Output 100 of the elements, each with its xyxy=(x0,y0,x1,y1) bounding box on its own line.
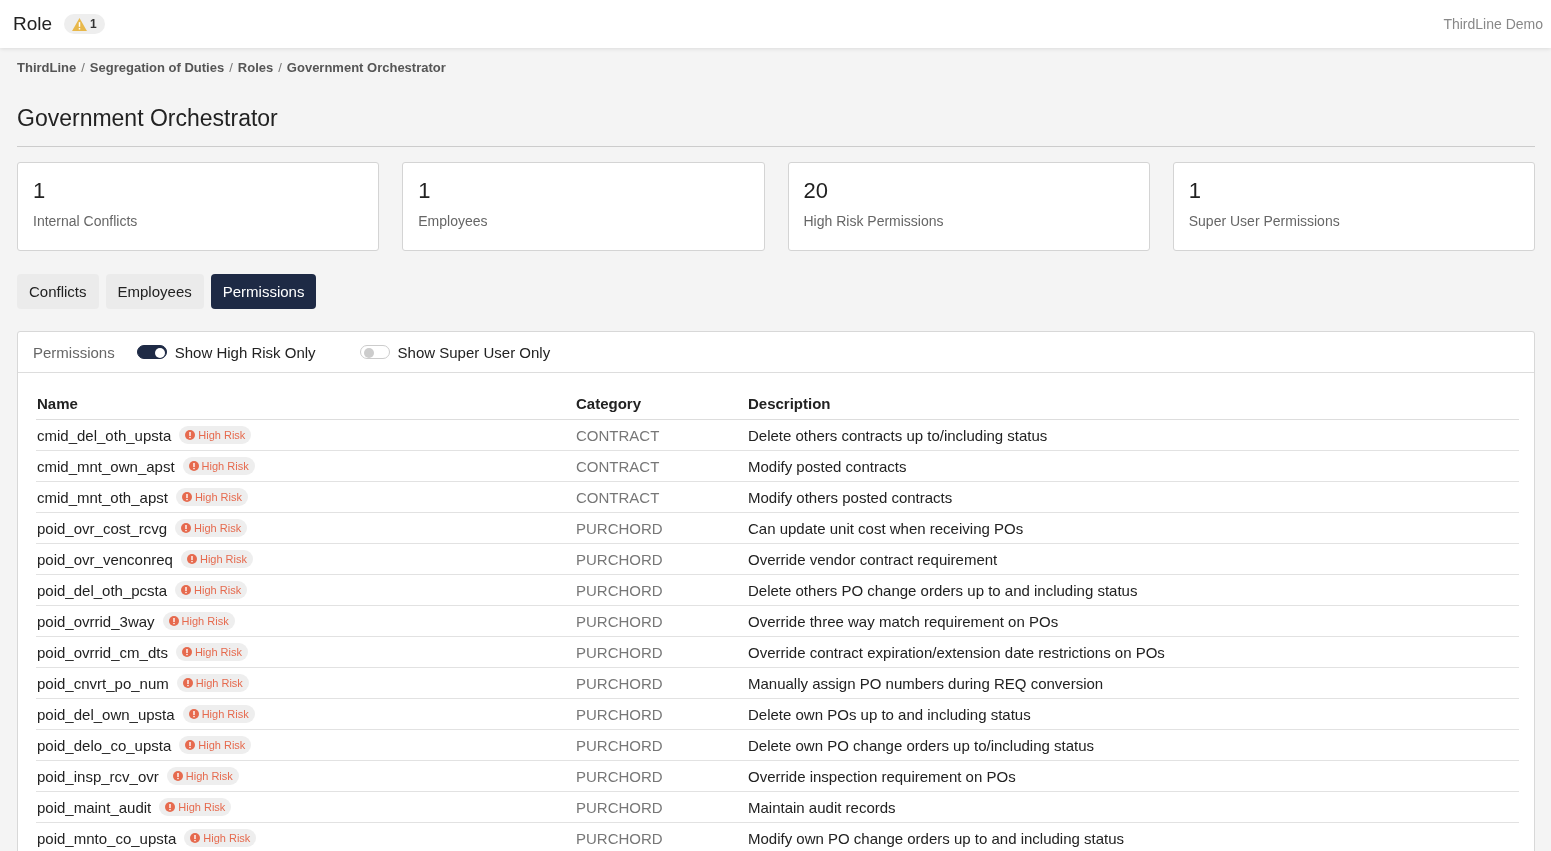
exclamation-icon xyxy=(185,740,196,750)
category-cell: PURCHORD xyxy=(575,605,747,637)
description-cell: Delete others PO change orders up to and including status xyxy=(747,574,1519,606)
exclamation-icon xyxy=(181,523,192,533)
description-cell: Modify own PO change orders up to and including status xyxy=(747,822,1519,851)
risk-badge: High Risk xyxy=(179,426,252,444)
category-cell: PURCHORD xyxy=(575,574,747,606)
column-header: Description xyxy=(747,387,1519,420)
toggle-label: Show High Risk Only xyxy=(174,343,316,361)
category-cell: PURCHORD xyxy=(575,760,747,792)
column-header: Category xyxy=(575,387,747,420)
risk-badge: High Risk xyxy=(162,612,235,630)
description-cell: Modify posted contracts xyxy=(747,450,1519,482)
stat-value: 1 xyxy=(33,178,47,204)
permission-name: poid_maint_audit xyxy=(37,798,152,816)
exclamation-icon xyxy=(182,678,193,688)
risk-badge: High Risk xyxy=(184,829,257,847)
category-cell: PURCHORD xyxy=(575,698,747,730)
description-cell: Delete own PO change orders up to/including status xyxy=(747,729,1519,761)
description-cell: Override vendor contract requirement xyxy=(747,543,1519,575)
toggle-label: Show Super User Only xyxy=(397,343,551,361)
risk-badge: High Risk xyxy=(179,736,252,754)
exclamation-icon xyxy=(188,709,199,719)
description-cell: Delete others contracts up to/including status xyxy=(747,419,1519,451)
risk-badge: High Risk xyxy=(182,705,255,723)
category-cell: CONTRACT xyxy=(575,450,747,482)
exclamation-icon xyxy=(172,771,183,781)
description-cell: Override contract expiration/extension date restrictions on POs xyxy=(747,636,1519,668)
category-cell: PURCHORD xyxy=(575,543,747,575)
category-cell: PURCHORD xyxy=(575,791,747,823)
description-cell: Manually assign PO numbers during REQ conversion xyxy=(747,667,1519,699)
permission-name: poid_insp_rcv_ovr xyxy=(37,767,159,785)
account-name[interactable]: ThirdLine Demo xyxy=(1443,16,1543,32)
breadcrumb-separator: / xyxy=(81,60,85,75)
permission-name: cmid_mnt_oth_apst xyxy=(37,488,168,506)
exclamation-icon xyxy=(168,616,179,626)
tab[interactable]: Permissions xyxy=(210,274,317,309)
page-title: Government Orchestrator xyxy=(17,105,1535,147)
permission-name: poid_delo_co_upsta xyxy=(37,736,172,754)
permission-name: poid_ovrrid_cm_dts xyxy=(37,643,168,661)
tab[interactable]: Conflicts xyxy=(17,274,99,309)
exclamation-icon xyxy=(181,492,192,502)
category-cell: PURCHORD xyxy=(575,822,747,851)
category-cell: PURCHORD xyxy=(575,667,747,699)
risk-badge: High Risk xyxy=(175,581,248,599)
description-cell: Can update unit cost when receiving POs xyxy=(747,512,1519,544)
stat-value: 1 xyxy=(418,178,432,204)
permission-name: cmid_del_oth_upsta xyxy=(37,426,172,444)
permission-name: poid_ovr_venconreq xyxy=(37,550,173,568)
risk-badge: High Risk xyxy=(175,643,248,661)
exclamation-icon xyxy=(190,833,201,843)
category-cell: CONTRACT xyxy=(575,419,747,451)
description-cell: Maintain audit records xyxy=(747,791,1519,823)
stat-label: Employees xyxy=(418,213,489,229)
warning-icon xyxy=(72,17,88,31)
risk-badge: High Risk xyxy=(175,519,248,537)
risk-badge: High Risk xyxy=(175,488,248,506)
panel-title: Permissions xyxy=(33,343,115,361)
stat-value: 20 xyxy=(803,178,829,204)
stat-label: Super User Permissions xyxy=(1188,213,1341,229)
permission-name: poid_ovr_cost_rcvg xyxy=(37,519,168,537)
exclamation-icon xyxy=(188,461,199,471)
column-header: Name xyxy=(36,387,575,420)
exclamation-icon xyxy=(185,430,196,440)
breadcrumb-separator: / xyxy=(229,60,233,75)
stat-value: 1 xyxy=(1188,178,1202,204)
category-cell: CONTRACT xyxy=(575,481,747,513)
exclamation-icon xyxy=(165,802,176,812)
description-cell: Override three way match requirement on POs xyxy=(747,605,1519,637)
risk-badge: High Risk xyxy=(180,550,253,568)
permission-name: poid_mnto_co_upsta xyxy=(37,829,177,847)
exclamation-icon xyxy=(181,647,192,657)
permission-name: poid_cnvrt_po_num xyxy=(37,674,169,692)
breadcrumb-link[interactable]: Government Orchestrator xyxy=(286,60,446,75)
exclamation-icon xyxy=(186,554,197,564)
breadcrumb-link[interactable]: Segregation of Duties xyxy=(89,60,225,75)
exclamation-icon xyxy=(181,585,192,595)
breadcrumb-link[interactable]: Roles xyxy=(237,60,274,75)
category-cell: PURCHORD xyxy=(575,636,747,668)
permission-name: cmid_mnt_own_apst xyxy=(37,457,175,475)
description-cell: Delete own POs up to and including status xyxy=(747,698,1519,730)
category-cell: PURCHORD xyxy=(575,512,747,544)
risk-badge: High Risk xyxy=(166,767,239,785)
stat-label: High Risk Permissions xyxy=(803,213,945,229)
category-cell: PURCHORD xyxy=(575,729,747,761)
risk-badge: High Risk xyxy=(159,798,232,816)
permission-name: poid_del_oth_pcsta xyxy=(37,581,168,599)
risk-badge: High Risk xyxy=(176,674,249,692)
description-cell: Override inspection requirement on POs xyxy=(747,760,1519,792)
header-title: Role xyxy=(13,13,53,35)
permission-name: poid_del_own_upsta xyxy=(37,705,175,723)
description-cell: Modify others posted contracts xyxy=(747,481,1519,513)
breadcrumb-link[interactable]: ThirdLine xyxy=(17,60,77,75)
permission-name: poid_ovrrid_3way xyxy=(37,612,155,630)
alert-badge[interactable]: 1 xyxy=(64,14,105,34)
tab[interactable]: Employees xyxy=(105,274,204,309)
risk-badge: High Risk xyxy=(182,457,255,475)
breadcrumb-separator: / xyxy=(278,60,282,75)
toggle-switch[interactable] xyxy=(136,345,167,359)
stat-label: Internal Conflicts xyxy=(33,213,139,229)
